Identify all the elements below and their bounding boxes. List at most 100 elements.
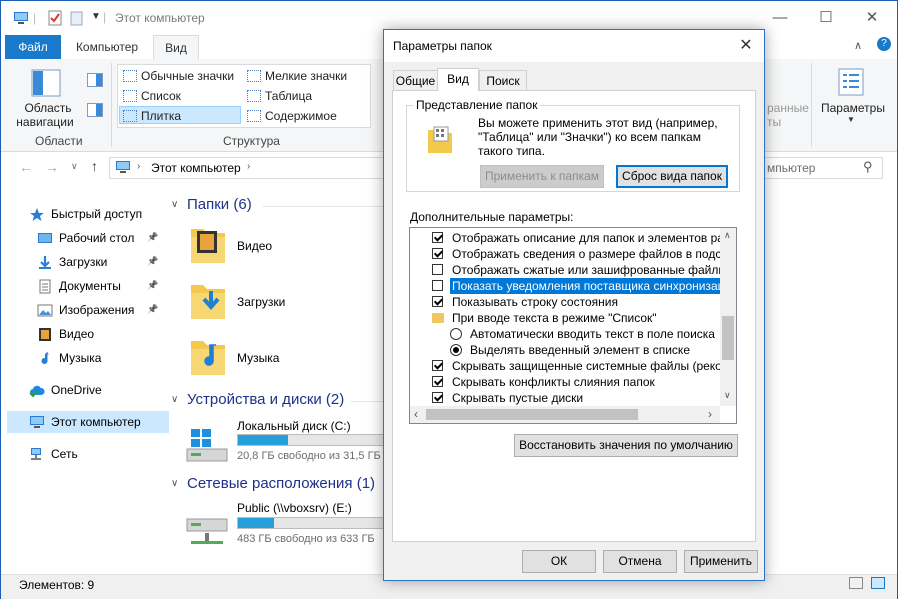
folder-tile-label[interactable]: Загрузки: [237, 295, 285, 309]
network-collapse-icon[interactable]: ∨: [171, 478, 178, 489]
options-icon[interactable]: [837, 67, 865, 97]
apply-to-folders-button[interactable]: Применить к папкам: [480, 165, 604, 188]
group-collapse-icon[interactable]: ∨: [171, 199, 178, 210]
network-icon: [31, 448, 41, 460]
tab-search[interactable]: Поиск: [479, 70, 527, 91]
advanced-option-label: Выделять введенный элемент в списке: [470, 343, 690, 357]
options-dropdown-icon[interactable]: ▼: [847, 115, 855, 124]
local-disk-icon[interactable]: [185, 425, 229, 465]
apply-button[interactable]: Применить: [684, 550, 758, 573]
search-icon[interactable]: ⚲: [863, 159, 873, 175]
new-folder-icon[interactable]: [69, 10, 85, 26]
back-icon[interactable]: ←: [19, 159, 33, 175]
video-folder-icon[interactable]: [189, 223, 229, 267]
checkbox-checked[interactable]: [432, 232, 443, 243]
up-icon[interactable]: ↑: [91, 158, 98, 174]
navigation-pane-icon[interactable]: [31, 69, 61, 97]
advanced-option-row[interactable]: Показывать строку состояния: [410, 294, 720, 310]
recent-dropdown-icon[interactable]: ∨: [71, 161, 78, 172]
folders-header[interactable]: Папки (6): [187, 196, 252, 213]
breadcrumb-chevron-icon-2[interactable]: ›: [247, 161, 250, 172]
radio-selected[interactable]: [450, 344, 462, 356]
layout-content[interactable]: Содержимое: [265, 109, 337, 123]
advanced-option-row[interactable]: Отображать сведения о размере файлов в п…: [410, 246, 736, 262]
layout-details[interactable]: Таблица: [265, 89, 312, 103]
checkbox-checked[interactable]: [432, 360, 443, 371]
maximize-button[interactable]: ☐: [803, 1, 849, 35]
pin-icon[interactable]: 📌: [147, 256, 158, 267]
advanced-option-row[interactable]: Показать уведомления поставщика синхрони…: [410, 278, 736, 294]
layout-large-icons[interactable]: Обычные значки: [141, 69, 234, 83]
advanced-option-label: Автоматически вводить текст в поле поиск…: [470, 327, 715, 341]
net-drive-usage-fill: [238, 518, 274, 528]
nav-pane-label-1[interactable]: Область: [23, 101, 73, 115]
tab-file[interactable]: Файл: [5, 35, 61, 59]
net-drive-name[interactable]: Public (\\vboxsrv) (E:): [237, 501, 352, 515]
scroll-left-icon[interactable]: ‹: [414, 407, 418, 421]
advanced-option-row[interactable]: Скрывать защищенные системные файлы (рек…: [410, 358, 736, 374]
restore-defaults-button[interactable]: Восстановить значения по умолчанию: [514, 434, 738, 457]
dialog-close-button[interactable]: ✕: [732, 33, 760, 59]
advanced-option-row[interactable]: Отображать сжатые или зашифрованные файл…: [410, 262, 736, 278]
scroll-down-icon[interactable]: ∨: [724, 390, 731, 401]
tab-general[interactable]: Общие: [393, 70, 438, 91]
advanced-option-row[interactable]: Автоматически вводить текст в поле поиск…: [410, 326, 720, 342]
checkbox-unchecked[interactable]: [432, 264, 443, 275]
pin-icon[interactable]: 📌: [147, 232, 158, 243]
ribbon-partial-label-2: ты: [767, 115, 782, 129]
horizontal-scroll-thumb[interactable]: [426, 409, 638, 420]
vertical-scroll-thumb[interactable]: [722, 316, 734, 360]
advanced-option-label: Отображать описание для папок и элементо…: [452, 231, 737, 245]
ribbon-collapse-icon[interactable]: ∧: [854, 39, 862, 52]
ok-button[interactable]: ОК: [522, 550, 596, 573]
network-header[interactable]: Сетевые расположения (1): [187, 475, 375, 492]
details-view-icon[interactable]: [849, 577, 863, 589]
close-button[interactable]: ✕: [849, 1, 895, 35]
qa-dropdown-icon[interactable]: ▼: [91, 11, 101, 22]
checkbox-unchecked[interactable]: [432, 280, 443, 291]
layout-list[interactable]: Список: [141, 89, 181, 103]
devices-collapse-icon[interactable]: ∨: [171, 394, 178, 405]
scroll-up-icon[interactable]: ∧: [724, 230, 731, 241]
scroll-right-icon[interactable]: ›: [708, 407, 712, 421]
radio-unselected[interactable]: [450, 328, 462, 340]
network-drive-icon[interactable]: [185, 511, 229, 551]
folder-tile-label[interactable]: Музыка: [237, 351, 279, 365]
advanced-option-row[interactable]: Выделять введенный элемент в списке: [410, 342, 720, 358]
checkbox-checked[interactable]: [432, 392, 443, 403]
checkbox-checked[interactable]: [432, 376, 443, 387]
details-pane-icon[interactable]: [87, 103, 103, 117]
layout-tiles[interactable]: Плитка: [141, 109, 181, 123]
tab-view-dialog[interactable]: Вид: [437, 68, 479, 91]
reset-folders-button[interactable]: Сброс вида папок: [616, 165, 728, 188]
preview-pane-icon[interactable]: [87, 73, 103, 87]
advanced-option-row[interactable]: При вводе текста в режиме "Список": [410, 310, 720, 326]
cancel-button[interactable]: Отмена: [603, 550, 677, 573]
advanced-settings-list[interactable]: Отображать описание для папок и элементо…: [409, 227, 737, 424]
forward-icon[interactable]: →: [45, 159, 59, 175]
nav-pane-label-2[interactable]: навигации: [13, 115, 77, 129]
folder-tile-label[interactable]: Видео: [237, 239, 272, 253]
advanced-option-row[interactable]: Отображать описание для папок и элементо…: [410, 230, 736, 246]
tiles-view-icon[interactable]: [871, 577, 885, 589]
breadcrumb-chevron-icon[interactable]: ›: [137, 161, 140, 172]
local-disk-name[interactable]: Локальный диск (C:): [237, 419, 351, 433]
checkbox-checked[interactable]: [432, 296, 443, 307]
help-icon[interactable]: ?: [877, 37, 891, 51]
star-icon: [30, 208, 44, 221]
pin-icon[interactable]: 📌: [147, 280, 158, 291]
advanced-option-row[interactable]: Скрывать конфликты слияния папок: [410, 374, 720, 390]
options-button[interactable]: Параметры: [821, 101, 885, 115]
pin-icon[interactable]: 📌: [147, 304, 158, 315]
layout-small-icons[interactable]: Мелкие значки: [265, 69, 347, 83]
breadcrumb-this-pc[interactable]: Этот компьютер: [151, 161, 241, 175]
tab-computer[interactable]: Компьютер: [67, 35, 147, 59]
properties-icon[interactable]: [47, 10, 63, 26]
music-folder-icon[interactable]: [189, 335, 229, 379]
checkbox-checked[interactable]: [432, 248, 443, 259]
downloads-folder-icon[interactable]: [189, 279, 229, 323]
devices-header[interactable]: Устройства и диски (2): [187, 391, 344, 408]
areas-group-label: Области: [35, 134, 83, 148]
tab-view[interactable]: Вид: [153, 35, 199, 60]
advanced-option-row[interactable]: Скрывать пустые диски: [410, 390, 720, 406]
